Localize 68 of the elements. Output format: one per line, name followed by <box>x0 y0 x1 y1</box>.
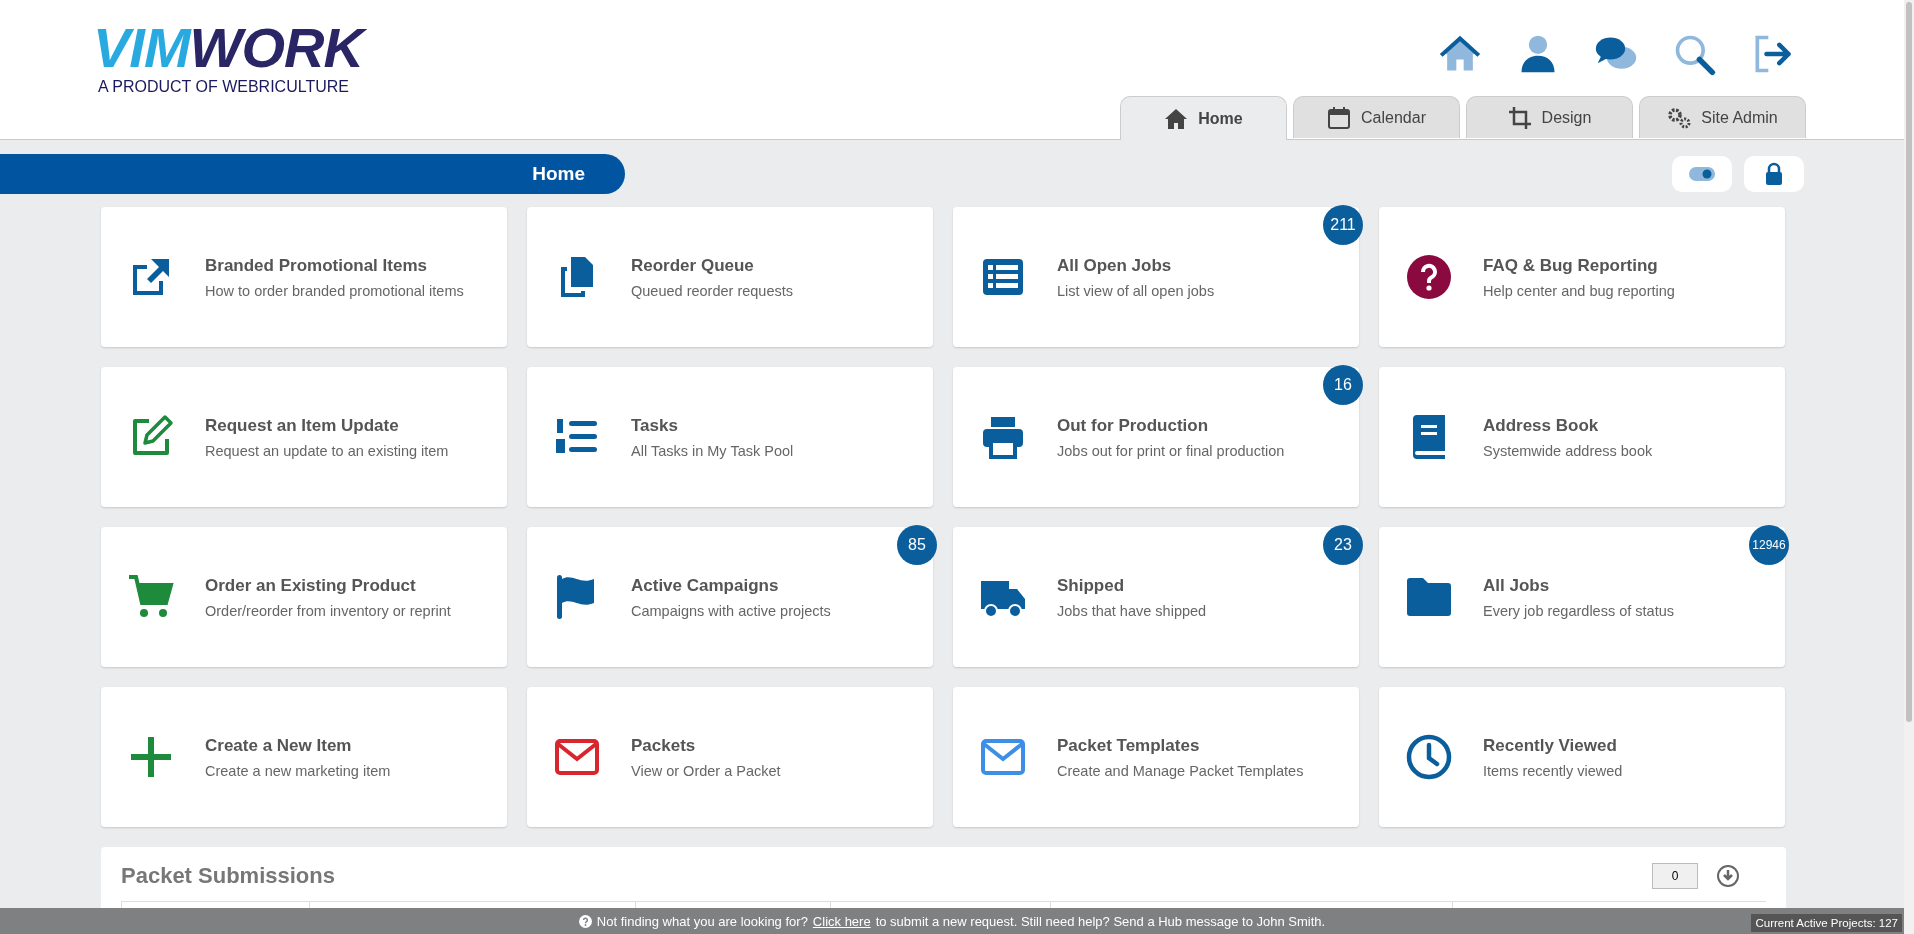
crop-icon <box>1507 105 1532 130</box>
card-title: All Jobs <box>1483 575 1551 596</box>
card-subtitle: Create a new marketing item <box>205 762 391 779</box>
help-text: to submit a new request. Still need help? Send a Hub message to John Smith. <box>875 913 1326 929</box>
download-icon[interactable] <box>1716 864 1740 888</box>
logo-tagline: A PRODUCT OF WEBRICULTURE <box>97 78 350 96</box>
gears-icon <box>1667 105 1692 130</box>
card-subtitle: Systemwide address book <box>1483 442 1653 459</box>
count-badge: 16 <box>1323 365 1363 405</box>
card-subtitle: Order/reorder from inventory or reprint <box>205 602 451 619</box>
count-badge: 12946 <box>1749 525 1789 565</box>
dashboard-card[interactable]: Order an Existing Product Order/reorder from inventory or reprint <box>101 527 507 667</box>
card-subtitle: Jobs that have shipped <box>1057 602 1207 619</box>
dashboard-card[interactable]: Request an Item Update Request an update to an existing item <box>101 367 507 507</box>
card-subtitle: How to order branded promotional items <box>205 282 464 299</box>
nav-tab[interactable]: Design <box>1466 96 1633 138</box>
panel-title: Packet Submissions <box>121 863 335 889</box>
card-subtitle: Help center and bug reporting <box>1483 282 1675 299</box>
card-title: Tasks <box>631 415 679 436</box>
dashboard-card[interactable]: Recently Viewed Items recently viewed <box>1379 687 1785 827</box>
dashboard-card[interactable]: Packet Templates Create and Manage Packet Templates <box>953 687 1359 827</box>
card-title: Branded Promotional Items <box>205 255 428 276</box>
help-text: Not finding what you are looking for? <box>596 913 808 929</box>
card-subtitle: Jobs out for print or final production <box>1057 442 1285 459</box>
help-icon <box>578 914 592 928</box>
card-title: Request an Item Update <box>205 415 400 436</box>
dashboard-card[interactable]: FAQ & Bug Reporting Help center and bug reporting <box>1379 207 1785 347</box>
dashboard-card[interactable]: Reorder Queue Queued reorder requests <box>527 207 933 347</box>
count-badge: 23 <box>1323 525 1363 565</box>
card-subtitle: Items recently viewed <box>1483 762 1623 779</box>
dashboard-card[interactable]: Create a New Item Create a new marketing item <box>101 687 507 827</box>
card-title: Create a New Item <box>205 735 353 756</box>
nav-tab[interactable]: Home <box>1120 96 1287 140</box>
dashboard-card[interactable]: Tasks All Tasks in My Task Pool <box>527 367 933 507</box>
card-title: Packet Templates <box>1057 735 1201 756</box>
active-projects-label: Current Active Projects: 127 <box>1751 914 1902 932</box>
card-title: Out for Production <box>1057 415 1210 436</box>
count-badge: 211 <box>1323 205 1363 245</box>
dashboard-card[interactable]: Address Book Systemwide address book <box>1379 367 1785 507</box>
view-toggle[interactable] <box>1672 156 1732 192</box>
card-title: All Open Jobs <box>1057 255 1173 276</box>
count-badge: 85 <box>897 525 937 565</box>
card-title: Shipped <box>1057 575 1126 596</box>
card-subtitle: All Tasks in My Task Pool <box>631 442 794 459</box>
card-title: Packets <box>631 735 697 756</box>
card-subtitle: Every job regardless of status <box>1483 602 1674 619</box>
card-title: Recently Viewed <box>1483 735 1618 756</box>
card-subtitle: Campaigns with active projects <box>631 602 831 619</box>
card-title: FAQ & Bug Reporting <box>1483 255 1659 276</box>
home-icon <box>1164 106 1189 131</box>
card-subtitle: Queued reorder requests <box>631 282 793 299</box>
card-subtitle: List view of all open jobs <box>1057 282 1215 299</box>
lock-button[interactable] <box>1744 156 1804 192</box>
card-title: Order an Existing Product <box>205 575 417 596</box>
nav-tab[interactable]: Site Admin <box>1639 96 1806 138</box>
card-title: Active Campaigns <box>631 575 780 596</box>
count-field: 0 <box>1652 863 1698 889</box>
dashboard-card[interactable]: Branded Promotional Items How to order branded promotional items <box>101 207 507 347</box>
card-title: Reorder Queue <box>631 255 755 276</box>
card-title: Address Book <box>1483 415 1600 436</box>
page-title-bar: Home <box>0 154 625 194</box>
dashboard-card[interactable]: Packets View or Order a Packet <box>527 687 933 827</box>
calendar-icon <box>1327 105 1352 130</box>
card-subtitle: Request an update to an existing item <box>205 442 449 459</box>
click-here-link[interactable]: Click here <box>812 913 871 929</box>
card-subtitle: Create and Manage Packet Templates <box>1057 762 1304 779</box>
nav-tab[interactable]: Calendar <box>1293 96 1460 138</box>
card-subtitle: View or Order a Packet <box>631 762 781 779</box>
